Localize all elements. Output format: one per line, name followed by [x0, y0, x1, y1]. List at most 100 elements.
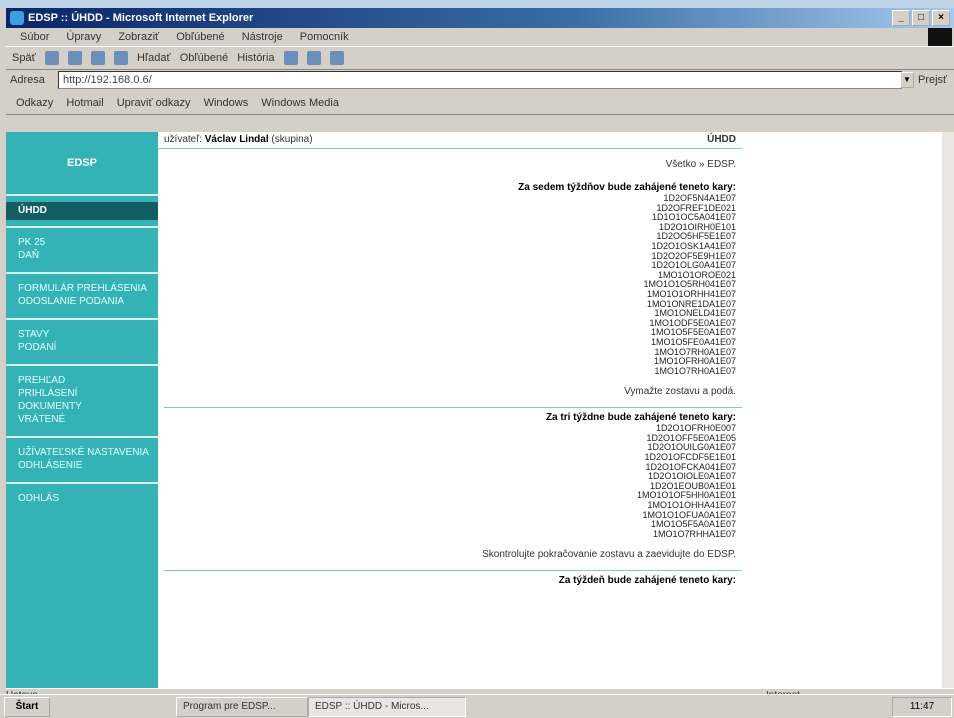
start-button[interactable]: Štart: [4, 697, 50, 717]
user-name: Václav Lindal: [204, 134, 269, 145]
sidebar-item[interactable]: ODOSLANIE PODANIA: [18, 295, 158, 308]
sidebar-item[interactable]: UŽÍVATEĽSKÉ NASTAVENIA: [18, 446, 158, 459]
refresh-icon[interactable]: [90, 51, 105, 66]
user-suffix: (skupina): [271, 134, 313, 145]
close-button[interactable]: ×: [932, 10, 950, 26]
taskbar-item[interactable]: Program pre EDSP...: [176, 697, 308, 717]
code-line: 1MO1O1OFUA0A1E07: [642, 509, 736, 520]
sidebar-item[interactable]: FORMULÁR PREHLÁSENIA: [18, 282, 158, 295]
sidebar-item[interactable]: DOKUMENTY: [18, 400, 158, 413]
sidebar-item[interactable]: ODHLÁSENIE: [18, 459, 158, 472]
sidebar-item[interactable]: ODHLÁS: [18, 492, 158, 505]
vertical-scrollbar[interactable]: [942, 132, 954, 688]
code-line: 1MO1O7RHHA1E07: [652, 528, 736, 539]
sidebar-item[interactable]: PK 25: [18, 236, 158, 249]
code-line: 1D2O1OSK1A41E07: [651, 240, 736, 251]
sidebar-group[interactable]: FORMULÁR PREHLÁSENIA ODOSLANIE PODANIA: [6, 272, 158, 318]
minimize-button[interactable]: _: [892, 10, 910, 26]
code-line: 1MO1O5F5A0A1E07: [650, 519, 736, 530]
code-line: 1D2O1OLG0A41E07: [651, 260, 736, 271]
block2-note[interactable]: Skontrolujte pokračovanie zostavu a zaev…: [158, 549, 742, 560]
ie-logo-icon: [10, 11, 24, 25]
menu-bar: Súbor Úpravy Zobraziť Obľúbené Nástroje …: [6, 28, 954, 46]
title-bar: EDSP :: ÚHDD - Microsoft Internet Explor…: [6, 8, 954, 28]
edit-icon[interactable]: [329, 51, 344, 66]
block2-codes: 1D2O1OFRH0E007 1D2O1OFF5E0A1E05 1D2O1OUILG…: [158, 424, 742, 539]
code-line: 1MO1O7RH0A1E07: [654, 365, 736, 376]
window-title: EDSP :: ÚHDD - Microsoft Internet Explor…: [28, 12, 254, 24]
link-windows[interactable]: Windows: [204, 97, 249, 109]
sidebar: EDSP ÚHDD PK 25 DAŇ FORMULÁR PREHLÁSENIA…: [6, 132, 158, 688]
sidebar-item[interactable]: STAVY: [18, 328, 158, 341]
sidebar-brand[interactable]: EDSP: [6, 132, 158, 196]
sidebar-group[interactable]: PK 25 DAŇ: [6, 226, 158, 272]
address-input[interactable]: http://192.168.0.6/: [58, 71, 902, 89]
standard-toolbar: Späť Hľadať Obľúbené História: [6, 46, 954, 70]
system-clock: 11:47: [892, 697, 952, 717]
code-line: 1MO1OFRH0A1E07: [653, 356, 736, 367]
menu-edit[interactable]: Úpravy: [66, 31, 101, 43]
code-line: 1MO1O5F5E0A1E07: [650, 327, 736, 338]
link-customize[interactable]: Upraviť odkazy: [117, 97, 191, 109]
divider: [164, 407, 742, 409]
ie-window: EDSP :: ÚHDD - Microsoft Internet Explor…: [0, 8, 954, 717]
divider: [164, 570, 742, 572]
favorites-button[interactable]: Obľúbené: [180, 52, 228, 64]
code-line: 1D2O2OF5E9H1E07: [651, 250, 736, 261]
menu-tools[interactable]: Nástroje: [242, 31, 283, 43]
taskbar: Štart Program pre EDSP... EDSP :: ÚHDD -…: [0, 694, 954, 718]
code-line: 1D2O1OIRH0E101: [658, 221, 736, 232]
sidebar-item-active[interactable]: ÚHDD: [6, 202, 158, 220]
user-line: užívateľ: Václav Lindal (skupina) ÚHDD: [158, 132, 742, 149]
menu-file[interactable]: Súbor: [20, 31, 49, 43]
page-content: EDSP ÚHDD PK 25 DAŇ FORMULÁR PREHLÁSENIA…: [6, 132, 942, 688]
sidebar-group[interactable]: PREHĽAD PRIHLÁSENÍ DOKUMENTY VRÁTENÉ: [6, 364, 158, 436]
stop-icon[interactable]: [67, 51, 82, 66]
address-label: Adresa: [10, 74, 45, 86]
windows-logo-icon: [928, 28, 952, 46]
sidebar-group[interactable]: STAVY PODANÍ: [6, 318, 158, 364]
code-line: 1MO1ODF5E0A1E07: [649, 317, 736, 328]
block1-note[interactable]: Vymažte zostavu a podá.: [158, 386, 742, 397]
links-bar: Odkazy Hotmail Upraviť odkazy Windows Wi…: [6, 92, 954, 115]
code-line: 1D2OF5N4A1E07: [663, 193, 736, 203]
sidebar-item[interactable]: PODANÍ: [18, 341, 158, 354]
sidebar-item[interactable]: PRIHLÁSENÍ: [18, 387, 158, 400]
maximize-button[interactable]: □: [912, 10, 930, 26]
address-dropdown-icon[interactable]: ▼: [900, 72, 914, 88]
mail-icon[interactable]: [283, 51, 298, 66]
code-line: 1D1O1OC5A041E07: [651, 212, 736, 223]
menu-view[interactable]: Zobraziť: [118, 31, 159, 43]
sidebar-group[interactable]: ODHLÁS: [6, 482, 158, 515]
menu-favorites[interactable]: Obľúbené: [176, 31, 224, 43]
block1-heading: Za sedem týždňov bude zahájené teneto ka…: [518, 182, 736, 193]
link-hotmail[interactable]: Hotmail: [66, 97, 103, 109]
back-button[interactable]: Späť: [12, 52, 36, 64]
code-line: 1D2OFREF1DE021: [656, 202, 736, 213]
address-bar: Adresa http://192.168.0.6/ ▼ Prejsť: [6, 69, 954, 91]
user-prefix: užívateľ:: [164, 134, 202, 145]
sidebar-item[interactable]: PREHĽAD: [18, 374, 158, 387]
code-line: 1MO1O7RH0A1E07: [654, 346, 736, 357]
forward-icon[interactable]: [44, 51, 59, 66]
section-title: ÚHDD: [707, 134, 736, 145]
block2-heading: Za tri týždne bude zahájené teneto kary:: [545, 412, 736, 424]
print-icon[interactable]: [306, 51, 321, 66]
block1-codes: 1D2OF5N4A1E07 1D2OFREF1DE021 1D1O1OC5A041E…: [158, 193, 742, 376]
history-button[interactable]: História: [237, 52, 274, 64]
sidebar-item[interactable]: DAŇ: [18, 249, 158, 262]
code-line: 1MO1ONRE1DA1E07: [646, 298, 736, 309]
sidebar-group[interactable]: UŽÍVATEĽSKÉ NASTAVENIA ODHLÁSENIE: [6, 436, 158, 482]
main-panel: užívateľ: Václav Lindal (skupina) ÚHDD V…: [158, 132, 742, 688]
go-button[interactable]: Prejsť: [918, 69, 947, 91]
sidebar-item[interactable]: VRÁTENÉ: [18, 413, 158, 426]
block3-heading: Za týždeň bude zahájené teneto kary:: [558, 575, 736, 587]
links-label: Odkazy: [16, 97, 54, 109]
link-windows-media[interactable]: Windows Media: [261, 97, 339, 109]
search-button[interactable]: Hľadať: [137, 52, 171, 64]
all-link[interactable]: Všetko » EDSP.: [158, 159, 742, 170]
taskbar-item-active[interactable]: EDSP :: ÚHDD - Micros...: [308, 697, 466, 717]
code-line: 1D2OO5HF5E1E07: [656, 231, 736, 242]
home-icon[interactable]: [113, 51, 128, 66]
menu-help[interactable]: Pomocník: [300, 31, 349, 43]
